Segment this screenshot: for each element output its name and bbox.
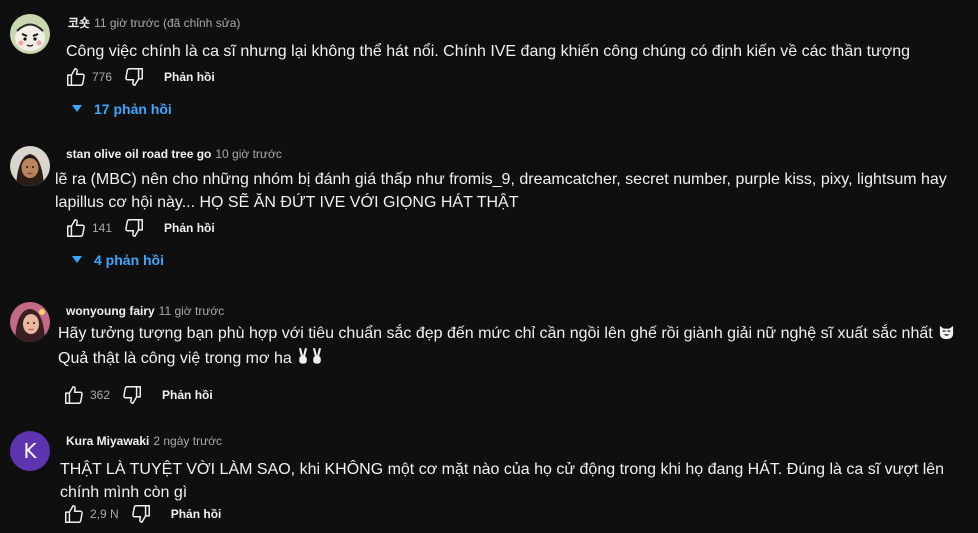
dislike-button[interactable] bbox=[129, 502, 153, 526]
avatar[interactable] bbox=[10, 14, 50, 54]
thumb-down-icon bbox=[125, 68, 144, 86]
comment-text: THẬT LÀ TUYỆT VỜI LÀM SAO, khi KHÔNG một… bbox=[60, 461, 949, 501]
action-bar: 2,9 N Phản hồi bbox=[62, 502, 221, 526]
thumb-up-icon bbox=[67, 68, 85, 86]
thumb-down-icon bbox=[131, 505, 150, 523]
comment-header: Kura Miyawaki 2 ngày trước bbox=[66, 434, 222, 448]
timestamp[interactable]: 10 giờ trước bbox=[215, 147, 281, 161]
avatar[interactable]: K bbox=[10, 431, 50, 471]
like-count: 141 bbox=[92, 221, 113, 235]
like-count: 776 bbox=[92, 70, 113, 84]
replies-count: 17 phản hồi bbox=[94, 101, 172, 117]
comment-text: lẽ ra (MBC) nên cho những nhóm bị đánh g… bbox=[55, 171, 952, 211]
thumb-up-icon bbox=[65, 505, 83, 523]
author-name[interactable]: 코숏 bbox=[68, 16, 90, 30]
action-bar: 141 Phản hồi bbox=[64, 216, 215, 240]
thumb-up-icon bbox=[65, 386, 83, 404]
comment-text: Hãy tưởng tượng bạn phù hợp với tiêu chu… bbox=[58, 322, 978, 372]
dislike-button[interactable] bbox=[122, 65, 146, 89]
like-count: 362 bbox=[90, 388, 111, 402]
comments-section: 코숏 11 giờ trước (đã chỉnh sửa) Công việc … bbox=[0, 0, 978, 533]
like-button[interactable] bbox=[62, 383, 86, 407]
comment-text-part: Quả thật là công việ trong mơ ha bbox=[58, 350, 292, 367]
thumb-down-icon bbox=[125, 219, 144, 237]
view-replies-button[interactable]: 4 phản hồi bbox=[72, 252, 164, 268]
smiling-cat-face-icon bbox=[938, 323, 955, 347]
victory-hand-icon bbox=[297, 347, 309, 372]
caret-down-icon bbox=[72, 105, 82, 113]
action-bar: 776 Phản hồi bbox=[64, 65, 215, 89]
victory-hand-icon bbox=[311, 347, 323, 372]
avatar[interactable] bbox=[10, 302, 50, 342]
thumb-down-icon bbox=[123, 386, 142, 404]
reply-button[interactable]: Phản hồi bbox=[164, 70, 215, 84]
author-name[interactable]: wonyoung fairy bbox=[66, 304, 155, 318]
like-button[interactable] bbox=[64, 65, 88, 89]
replies-count: 4 phản hồi bbox=[94, 252, 164, 268]
author-name[interactable]: stan olive oil road tree go bbox=[66, 147, 211, 161]
reply-button[interactable]: Phản hồi bbox=[171, 507, 222, 521]
comment-header: wonyoung fairy 11 giờ trước bbox=[66, 304, 224, 318]
author-name[interactable]: Kura Miyawaki bbox=[66, 434, 149, 448]
comment-text: Công việc chính là ca sĩ nhưng lại không… bbox=[66, 43, 911, 60]
thumb-up-icon bbox=[67, 219, 85, 237]
timestamp[interactable]: 11 giờ trước bbox=[159, 304, 225, 318]
like-count: 2,9 N bbox=[90, 507, 119, 521]
timestamp[interactable]: 11 giờ trước (đã chỉnh sửa) bbox=[94, 16, 240, 30]
action-bar: 362 Phản hồi bbox=[62, 383, 213, 407]
comment-header: stan olive oil road tree go 10 giờ trước bbox=[66, 147, 282, 161]
dislike-button[interactable] bbox=[120, 383, 144, 407]
dislike-button[interactable] bbox=[122, 216, 146, 240]
comment-thread: K Kura Miyawaki 2 ngày trước THẬT LÀ TUYỆ… bbox=[0, 420, 978, 533]
comment-header: 코숏 11 giờ trước (đã chỉnh sửa) bbox=[68, 16, 240, 30]
comment-text-part: Hãy tưởng tượng bạn phù hợp với tiêu chu… bbox=[58, 325, 933, 342]
reply-button[interactable]: Phản hồi bbox=[164, 221, 215, 235]
like-button[interactable] bbox=[64, 216, 88, 240]
like-button[interactable] bbox=[62, 502, 86, 526]
comment-thread: 코숏 11 giờ trước (đã chỉnh sửa) Công việc … bbox=[0, 0, 978, 130]
reply-button[interactable]: Phản hồi bbox=[162, 388, 213, 402]
comment-thread: stan olive oil road tree go 10 giờ trước … bbox=[0, 130, 978, 280]
timestamp[interactable]: 2 ngày trước bbox=[153, 434, 222, 448]
view-replies-button[interactable]: 17 phản hồi bbox=[72, 101, 172, 117]
avatar[interactable] bbox=[10, 146, 50, 186]
comment-thread: wonyoung fairy 11 giờ trước Hãy tưởng tượ… bbox=[0, 290, 978, 415]
caret-down-icon bbox=[72, 256, 82, 264]
